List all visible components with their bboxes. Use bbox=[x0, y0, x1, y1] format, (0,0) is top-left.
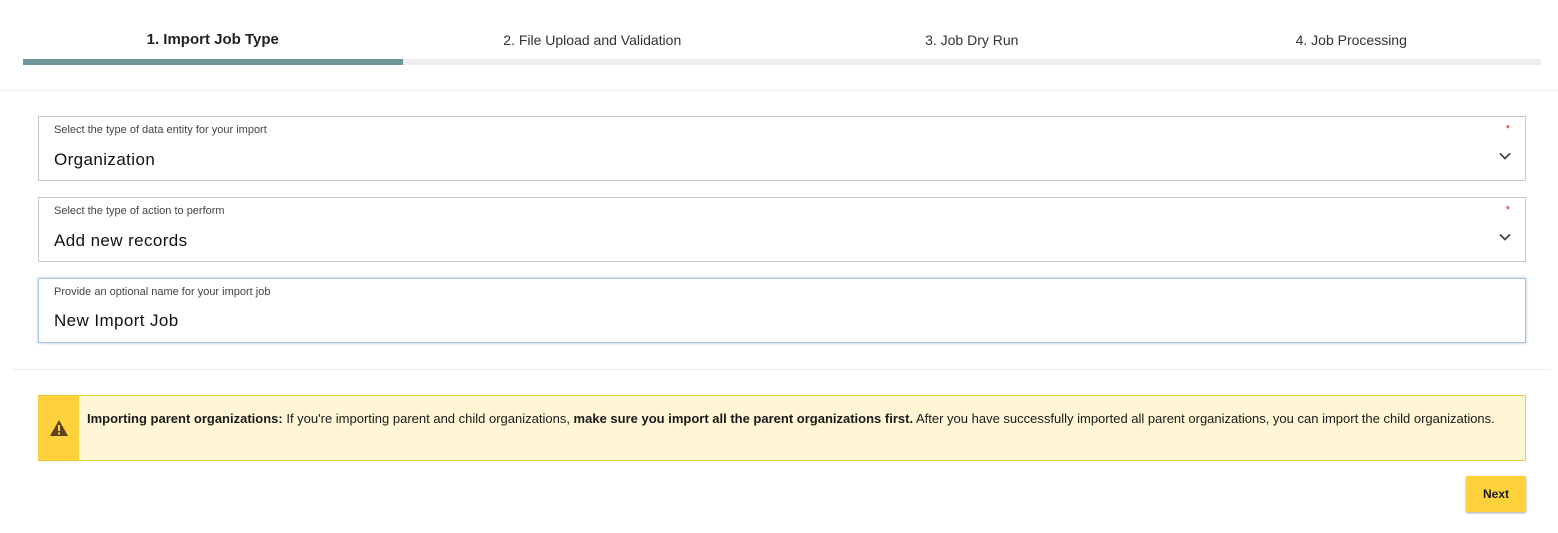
warning-lead: Importing parent organizations: bbox=[87, 411, 283, 426]
import-stepper: 1. Import Job Type 2. File Upload and Va… bbox=[23, 0, 1541, 66]
action-type-label: Select the type of action to perform bbox=[54, 205, 225, 217]
warning-icon bbox=[50, 420, 68, 436]
warning-text-part-2: After you have successfully imported all… bbox=[913, 411, 1495, 426]
parent-org-warning-banner: Importing parent organizations: If you'r… bbox=[38, 395, 1526, 461]
step-job-processing[interactable]: 4. Job Processing bbox=[1162, 0, 1542, 59]
section-divider bbox=[13, 369, 1551, 370]
job-name-input[interactable] bbox=[54, 311, 1454, 331]
step-import-job-type[interactable]: 1. Import Job Type bbox=[23, 0, 403, 59]
stepper-progress-track bbox=[23, 59, 1541, 65]
step-job-dry-run[interactable]: 3. Job Dry Run bbox=[782, 0, 1162, 59]
required-marker: * bbox=[1505, 123, 1510, 135]
chevron-down-icon[interactable] bbox=[1499, 150, 1511, 162]
header-divider bbox=[0, 90, 1558, 91]
entity-type-select[interactable]: Select the type of data entity for your … bbox=[38, 116, 1526, 181]
warning-message: Importing parent organizations: If you'r… bbox=[87, 411, 1497, 427]
next-button[interactable]: Next bbox=[1466, 476, 1526, 512]
job-name-label: Provide an optional name for your import… bbox=[54, 286, 271, 298]
job-name-field[interactable]: Provide an optional name for your import… bbox=[38, 278, 1526, 343]
entity-type-value: Organization bbox=[54, 150, 156, 169]
stepper-steps: 1. Import Job Type 2. File Upload and Va… bbox=[23, 0, 1541, 59]
warning-emphasis: make sure you import all the parent orga… bbox=[573, 411, 914, 426]
warning-text-part-1: If you're importing parent and child org… bbox=[282, 411, 574, 426]
required-marker: * bbox=[1505, 204, 1510, 216]
warning-icon-box bbox=[39, 396, 79, 460]
chevron-down-icon[interactable] bbox=[1499, 231, 1511, 243]
step-file-upload-validation[interactable]: 2. File Upload and Validation bbox=[403, 0, 783, 59]
action-type-value: Add new records bbox=[54, 231, 188, 250]
stepper-progress-fill bbox=[23, 59, 403, 65]
entity-type-label: Select the type of data entity for your … bbox=[54, 124, 267, 136]
action-type-select[interactable]: Select the type of action to perform * A… bbox=[38, 197, 1526, 262]
